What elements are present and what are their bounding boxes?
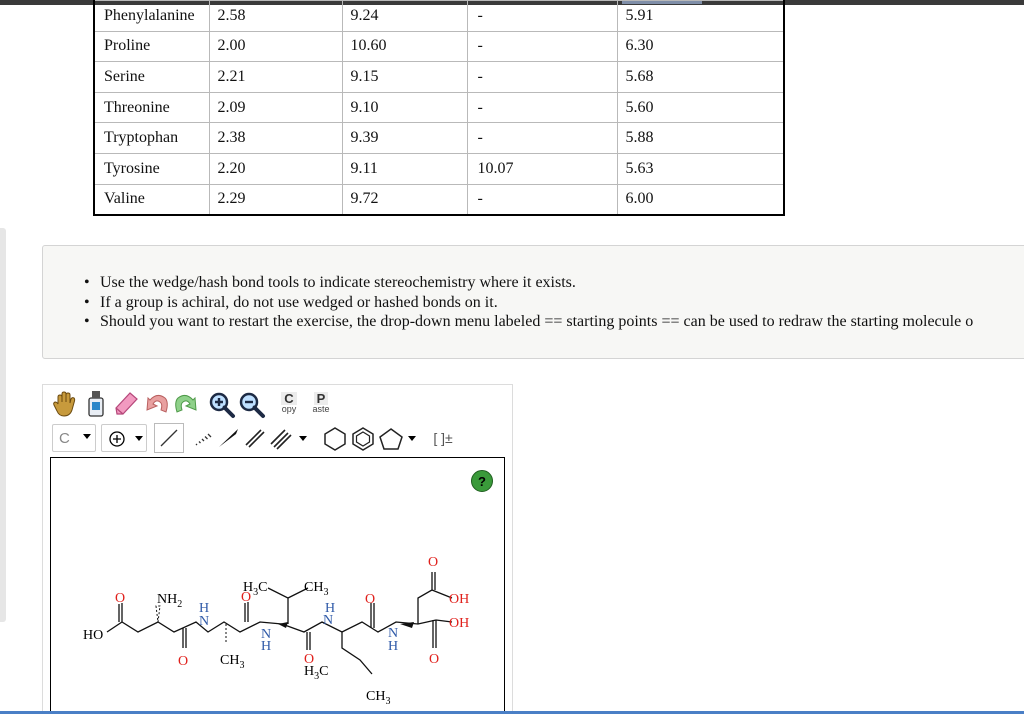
oxygen-label: O [365,592,375,607]
nh2-label-main: NH [157,592,177,607]
h3c-label: H3C [304,664,328,682]
hydrogen-label: H [261,639,271,654]
ch3-label: CH3 [220,653,244,671]
hydroxyl-label: OH [449,592,469,607]
ch3-label-sub: 3 [323,587,328,598]
ch3-label-sub: 3 [239,660,244,671]
h3c-label-h: H [304,664,314,679]
ho-label: HO [83,628,103,643]
nh2-label-sub: 2 [177,599,182,610]
hydrogen-label: H [388,639,398,654]
ch3-label-main: CH [366,689,385,704]
h3c-label-c: C [319,664,328,679]
nitrogen-label: N [199,614,209,629]
peptide-molecule[interactable]: HO O NH2 O H N CH3 O H3C CH3 N H O H3C H… [0,0,1024,714]
nitrogen-label: N [323,613,333,628]
h3c-label-c: C [258,580,267,595]
oxygen-label: O [115,591,125,606]
oxygen-label: O [428,555,438,570]
molecule-bonds [106,572,453,675]
oxygen-label: O [429,652,439,667]
stereo-bonds [155,605,414,642]
ch3-label-sub: 3 [385,696,390,707]
oxygen-label: O [178,654,188,669]
ch3-label-main: CH [220,653,239,668]
ch3-label-main: CH [304,580,323,595]
h3c-label-h: H [243,580,253,595]
hydroxyl-label: OH [449,616,469,631]
nh2-label: NH2 [157,592,182,610]
ch3-label: CH3 [304,580,328,598]
ch3-label: CH3 [366,689,390,707]
